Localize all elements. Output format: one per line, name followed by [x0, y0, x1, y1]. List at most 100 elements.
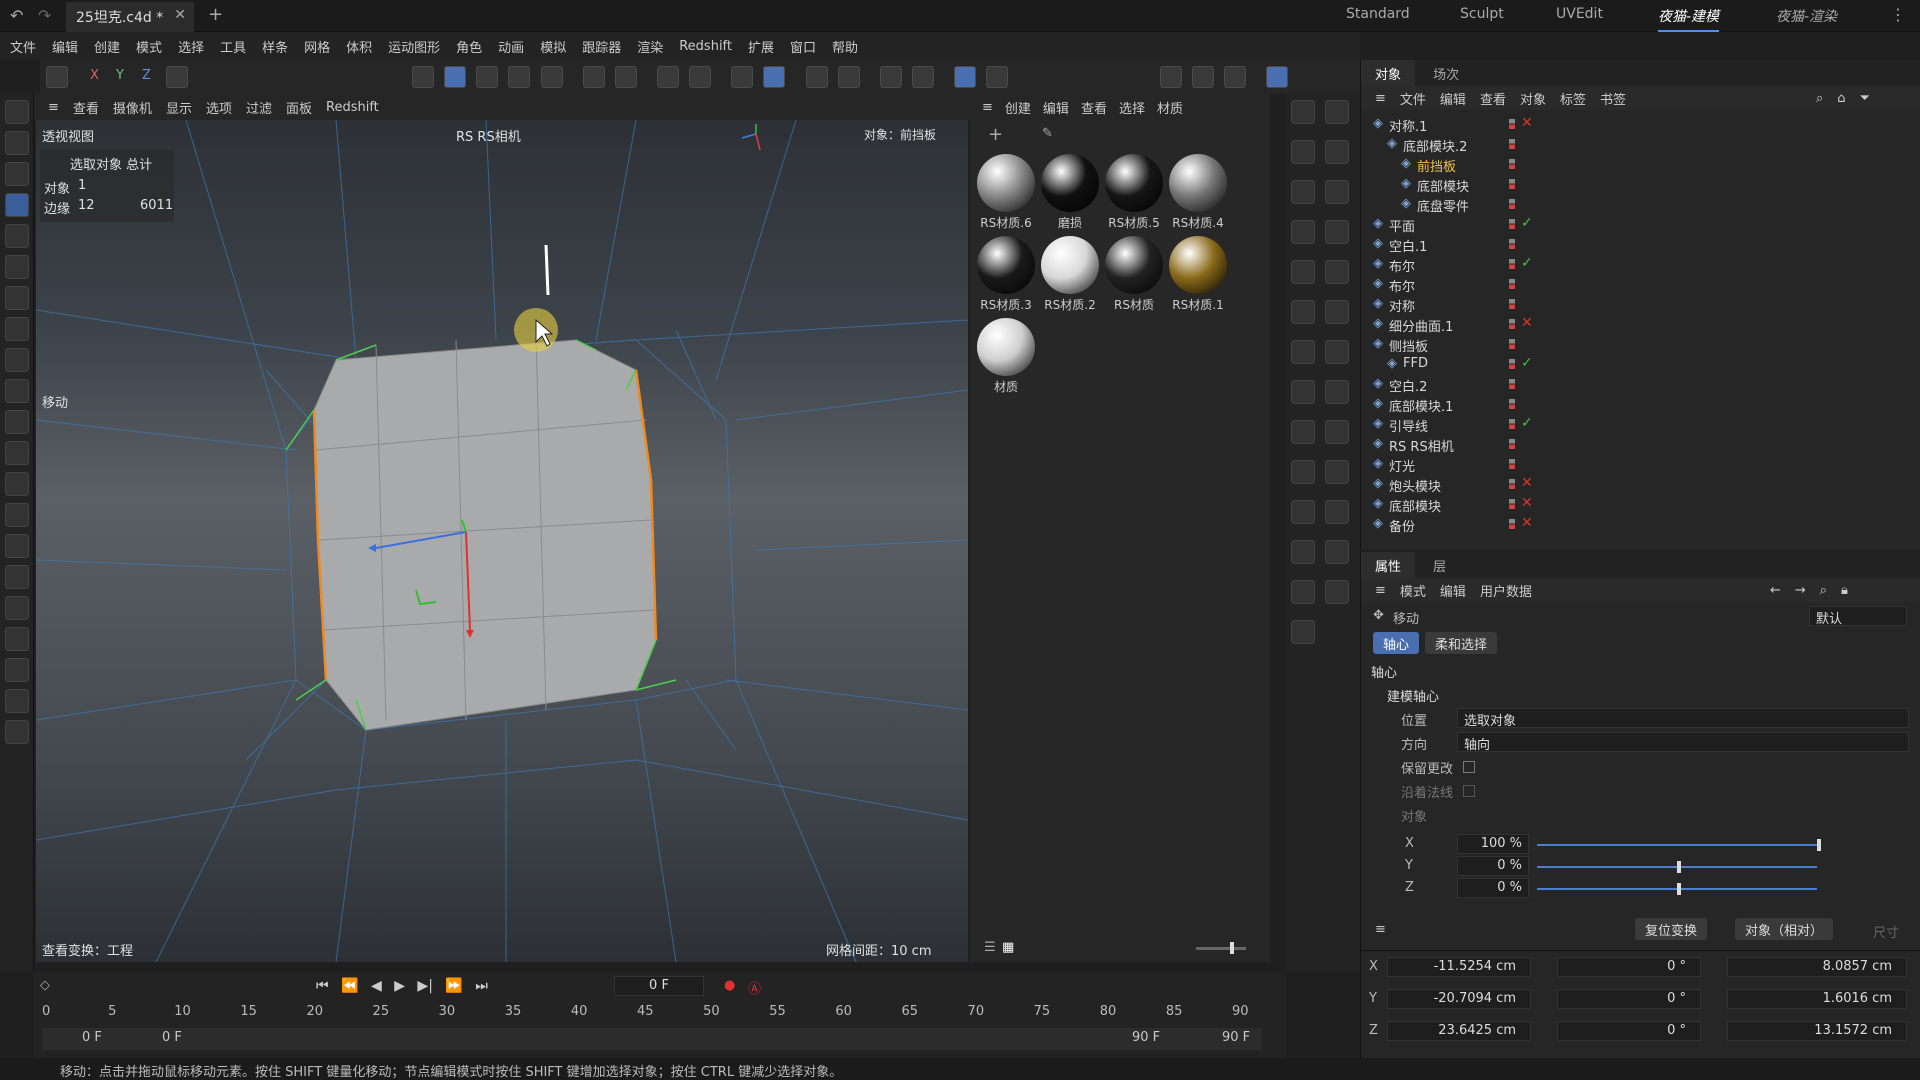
viewport-menu-panel[interactable]: 面板 — [286, 98, 312, 117]
tab-takes[interactable]: 场次 — [1419, 60, 1473, 87]
menu-extensions[interactable]: 扩展 — [748, 37, 774, 56]
knife-tool-icon[interactable] — [5, 286, 29, 310]
visibility-dots-icon[interactable] — [1509, 399, 1515, 409]
model-mode-icon[interactable] — [46, 66, 68, 88]
object-name[interactable]: 布尔 — [1389, 256, 1415, 275]
viewport-menu-camera[interactable]: 摄像机 — [113, 98, 152, 117]
x-axis-toggle[interactable]: X — [90, 68, 99, 83]
object-row[interactable]: ◈ 备份 ✕ — [1361, 514, 1920, 535]
object-row[interactable]: ◈ 侧挡板 — [1361, 334, 1920, 355]
om-menu-object[interactable]: 对象 — [1520, 89, 1546, 108]
object-name[interactable]: 前挡板 — [1417, 156, 1456, 175]
material-swatch[interactable]: RS材质 — [1104, 236, 1164, 313]
x-field[interactable]: 100 % — [1457, 834, 1529, 854]
object-name[interactable]: 备份 — [1389, 516, 1415, 535]
disabled-x-icon[interactable]: ✕ — [1521, 115, 1533, 131]
hamburger-icon[interactable]: ≡ — [48, 100, 59, 115]
menu-mode[interactable]: 模式 — [136, 37, 162, 56]
visibility-dots-icon[interactable] — [1509, 379, 1515, 389]
measure-icon[interactable] — [5, 658, 29, 682]
visibility-dots-icon[interactable] — [1509, 259, 1515, 269]
om-menu-edit[interactable]: 编辑 — [1440, 89, 1466, 108]
menu-file[interactable]: 文件 — [10, 37, 36, 56]
subdivision-icon[interactable] — [1325, 300, 1349, 324]
attr-menu-edit[interactable]: 编辑 — [1440, 581, 1466, 600]
slider-knob[interactable] — [1817, 839, 1821, 851]
box-select-icon[interactable] — [5, 162, 29, 186]
menu-simulate[interactable]: 模拟 — [540, 37, 566, 56]
material-swatch[interactable]: RS材质.2 — [1040, 236, 1100, 313]
gear-icon[interactable] — [1325, 380, 1349, 404]
reset-transform-button[interactable]: 复位变换 — [1635, 918, 1708, 940]
direction-dropdown[interactable]: 轴向 — [1457, 732, 1909, 753]
extrude-icon[interactable] — [5, 379, 29, 403]
coord-rot-field[interactable]: 0 ° — [1557, 989, 1701, 1009]
ruler-icon[interactable] — [1291, 380, 1315, 404]
z-field[interactable]: 0 % — [1457, 878, 1529, 898]
object-name[interactable]: 布尔 — [1389, 276, 1415, 295]
disabled-x-icon[interactable]: ✕ — [1521, 315, 1533, 331]
add-material-icon[interactable]: + — [988, 124, 1003, 145]
tag-icon[interactable] — [1325, 500, 1349, 524]
play-icon[interactable]: ▶ — [394, 978, 405, 994]
record-icon[interactable]: ● — [724, 978, 735, 993]
sculpt-icon[interactable] — [5, 472, 29, 496]
visibility-dots-icon[interactable] — [1509, 119, 1515, 129]
back-arrow-icon[interactable]: ← — [1770, 583, 1781, 598]
ipr-icon[interactable] — [1266, 66, 1289, 88]
object-row[interactable]: ◈ 炮头模块 ✕ — [1361, 474, 1920, 495]
visibility-dots-icon[interactable] — [1509, 299, 1515, 309]
menu-volume[interactable]: 体积 — [346, 37, 372, 56]
select-arrow-icon[interactable] — [1291, 140, 1315, 164]
more-icon[interactable]: ⋮ — [1890, 5, 1906, 24]
disabled-x-icon[interactable]: ✕ — [1521, 475, 1533, 491]
material-menu-material[interactable]: 材质 — [1157, 98, 1183, 117]
environment-icon[interactable] — [1325, 580, 1349, 604]
object-row[interactable]: ◈ 布尔 — [1361, 274, 1920, 295]
grid-dots-icon[interactable] — [1291, 420, 1315, 444]
position-dropdown[interactable]: 选取对象 — [1457, 708, 1909, 729]
range-end-preview[interactable]: 90 F — [1132, 1030, 1160, 1045]
cloner-icon[interactable] — [1325, 340, 1349, 364]
brush-icon[interactable] — [5, 503, 29, 527]
object-row[interactable]: ◈ 底盘零件 — [1361, 194, 1920, 215]
visibility-dots-icon[interactable] — [1509, 439, 1515, 449]
next-key-icon[interactable]: ⏩ — [445, 978, 462, 994]
viewport-menu-options[interactable]: 选项 — [206, 98, 232, 117]
field-icon[interactable] — [1325, 460, 1349, 484]
om-menu-view[interactable]: 查看 — [1480, 89, 1506, 108]
soft-selection-icon[interactable] — [805, 66, 828, 88]
menu-mograph[interactable]: 运动图形 — [388, 37, 440, 56]
bridge-icon[interactable] — [5, 441, 29, 465]
menu-mesh[interactable]: 网格 — [304, 37, 330, 56]
visibility-dots-icon[interactable] — [1509, 219, 1515, 229]
axis-icon[interactable] — [582, 66, 605, 88]
prev-frame-icon[interactable]: ◀ — [371, 978, 382, 994]
paint-icon[interactable] — [5, 534, 29, 558]
menu-create[interactable]: 创建 — [94, 37, 120, 56]
attr-menu-mode[interactable]: 模式 — [1400, 581, 1426, 600]
visibility-dots-icon[interactable] — [1509, 419, 1515, 429]
visibility-dots-icon[interactable] — [1509, 179, 1515, 189]
snap-icon[interactable] — [689, 66, 712, 88]
cube-primitive-icon[interactable] — [1325, 220, 1349, 244]
document-tab[interactable]: 25坦克.c4d * ✕ — [66, 2, 194, 32]
perspective-viewport[interactable] — [36, 120, 968, 962]
enabled-check-icon[interactable]: ✓ — [1521, 415, 1533, 431]
attr-menu-userdata[interactable]: 用户数据 — [1480, 581, 1532, 600]
menu-window[interactable]: 窗口 — [790, 37, 816, 56]
deformer-icon[interactable] — [1325, 420, 1349, 444]
enabled-check-icon[interactable]: ✓ — [1521, 355, 1533, 371]
object-row[interactable]: ◈ 底部模块.2 — [1361, 134, 1920, 155]
coord-pos-field[interactable]: -20.7094 cm — [1387, 989, 1531, 1009]
sparkle-icon[interactable] — [1291, 580, 1315, 604]
hamburger-icon[interactable]: ≡ — [982, 100, 993, 115]
enabled-check-icon[interactable]: ✓ — [1521, 215, 1533, 231]
menu-animate[interactable]: 动画 — [498, 37, 524, 56]
preset-dropdown[interactable]: 默认 — [1809, 606, 1907, 627]
object-name[interactable]: 引导线 — [1389, 416, 1428, 435]
magnet-icon[interactable] — [656, 66, 679, 88]
range-bar[interactable]: 0 F 0 F 90 F 90 F — [42, 1028, 1262, 1050]
spline-icon[interactable] — [1325, 100, 1349, 124]
visibility-dots-icon[interactable] — [1509, 199, 1515, 209]
